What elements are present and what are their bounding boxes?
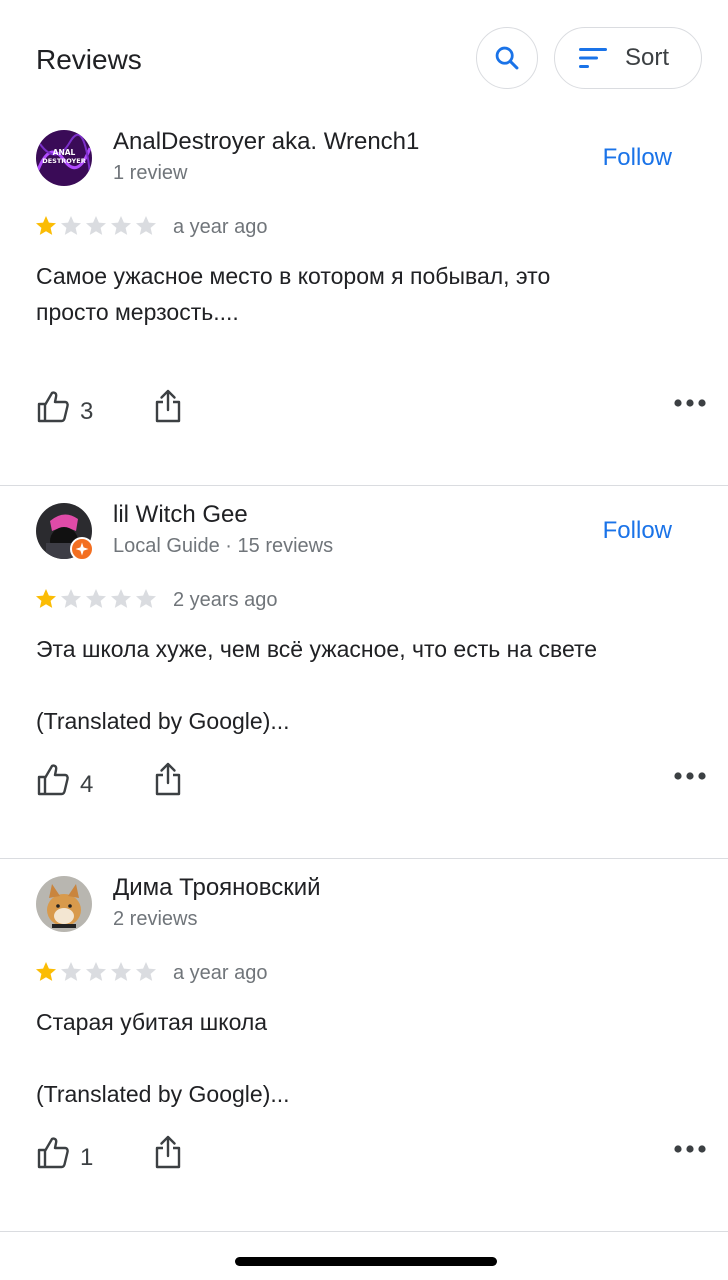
review-time: a year ago xyxy=(173,962,268,984)
star-rating xyxy=(34,214,159,238)
more-options-icon[interactable] xyxy=(674,398,706,408)
translated-more-link[interactable]: (Translated by Google)... xyxy=(36,1076,686,1112)
star-empty-icon xyxy=(111,216,131,235)
thumbs-up-icon[interactable] xyxy=(36,390,70,424)
review-card: ANAL DESTROYER AnalDestroyer aka. Wrench… xyxy=(0,112,728,486)
review-actions: 1 xyxy=(36,1134,706,1174)
reviews-header: Reviews Sort xyxy=(0,0,728,112)
review-text-gap xyxy=(36,1040,686,1076)
star-empty-icon xyxy=(136,589,156,608)
like-count: 4 xyxy=(80,771,94,798)
star-empty-icon xyxy=(136,216,156,235)
star-empty-icon xyxy=(61,589,81,608)
star-filled-icon xyxy=(36,589,56,608)
star-filled-icon xyxy=(36,962,56,981)
sort-label: Sort xyxy=(625,44,670,71)
share-icon[interactable] xyxy=(153,388,183,424)
follow-button[interactable]: Follow xyxy=(603,144,672,172)
star-filled-icon xyxy=(36,216,56,235)
avatar-logo-text-bottom: DESTROYER xyxy=(42,157,85,165)
star-empty-icon xyxy=(61,962,81,981)
review-actions: 3 xyxy=(36,388,706,428)
reviewer-meta: 1 review xyxy=(113,162,188,184)
review-text-line: просто мерзость.... xyxy=(36,299,239,325)
review-card: Дима Трояновский 2 reviews a year ago Ст… xyxy=(0,858,728,1232)
star-empty-icon xyxy=(111,962,131,981)
more-options-icon[interactable] xyxy=(674,771,706,781)
reviewer-name[interactable]: lil Witch Gee xyxy=(113,501,248,529)
star-empty-icon xyxy=(86,216,106,235)
star-rating xyxy=(34,960,159,984)
local-guide-badge xyxy=(70,537,94,561)
star-empty-icon xyxy=(86,589,106,608)
star-empty-icon xyxy=(61,216,81,235)
like-count: 1 xyxy=(80,1144,94,1171)
review-text-line: Самое ужасное место в котором я побывал,… xyxy=(36,263,551,289)
avatar[interactable]: ANAL DESTROYER xyxy=(36,130,92,186)
reviewer-name[interactable]: AnalDestroyer aka. Wrench1 xyxy=(113,128,419,156)
review-text-gap xyxy=(36,667,686,703)
star-empty-icon xyxy=(86,962,106,981)
page-title: Reviews xyxy=(36,44,142,75)
follow-button[interactable]: Follow xyxy=(603,517,672,545)
reviewer-name[interactable]: Дима Трояновский xyxy=(113,874,321,902)
search-button[interactable] xyxy=(476,27,538,89)
more-options-icon[interactable] xyxy=(674,1144,706,1154)
reviewer-meta: 2 reviews xyxy=(113,908,198,930)
like-count: 3 xyxy=(80,398,94,425)
review-text[interactable]: Старая убитая школа (Translated by Googl… xyxy=(36,1004,686,1112)
sort-icon xyxy=(579,48,607,68)
review-time: 2 years ago xyxy=(173,589,278,611)
reviewer-meta: Local Guide · 15 reviews xyxy=(113,535,334,557)
search-icon xyxy=(495,46,519,70)
star-empty-icon xyxy=(136,962,156,981)
review-text[interactable]: Самое ужасное место в котором я побывал,… xyxy=(36,258,686,330)
thumbs-up-icon[interactable] xyxy=(36,1136,70,1170)
translated-more-link[interactable]: (Translated by Google)... xyxy=(36,703,686,739)
star-empty-icon xyxy=(111,589,131,608)
review-card: lil Witch Gee Local Guide · 15 reviews F… xyxy=(0,485,728,859)
review-text[interactable]: Эта школа хуже, чем всё ужасное, что ест… xyxy=(36,631,686,739)
avatar-logo-text-top: ANAL xyxy=(53,148,76,157)
divider xyxy=(0,1231,728,1232)
share-icon[interactable] xyxy=(153,761,183,797)
home-indicator[interactable] xyxy=(235,1257,497,1266)
thumbs-up-icon[interactable] xyxy=(36,763,70,797)
sort-button[interactable]: Sort xyxy=(554,27,702,89)
review-actions: 4 xyxy=(36,761,706,801)
star-rating xyxy=(34,587,159,611)
review-text-line: Эта школа хуже, чем всё ужасное, что ест… xyxy=(36,636,598,662)
local-guide-star-icon xyxy=(75,542,89,556)
review-time: a year ago xyxy=(173,216,268,238)
avatar[interactable] xyxy=(36,876,92,932)
review-text-line: Старая убитая школа xyxy=(36,1009,268,1035)
share-icon[interactable] xyxy=(153,1134,183,1170)
